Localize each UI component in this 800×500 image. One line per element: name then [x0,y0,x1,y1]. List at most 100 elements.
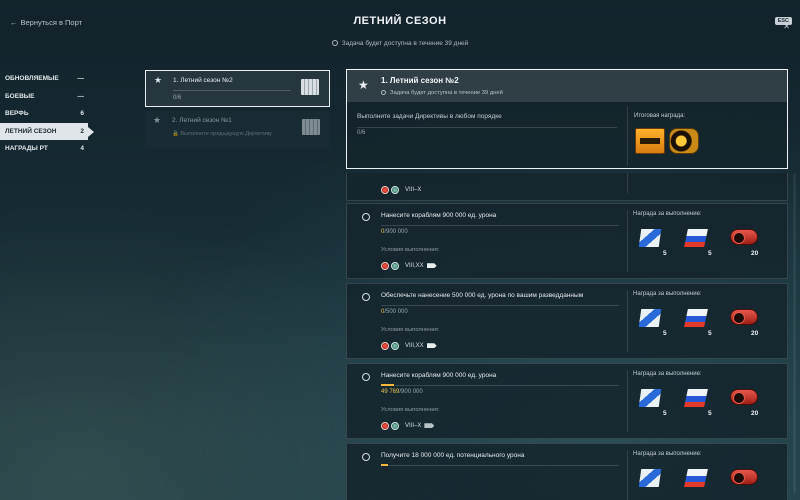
task-card-partial: VIII–X [346,173,788,201]
reward-quantity: 5 [663,330,667,337]
signal-flag-icon[interactable] [684,229,708,247]
directive-detail-header: ★ 1. Летний сезон №2 Задача будет доступ… [347,70,787,102]
locked-text: 🔒 Выполните предыдущую Директиву [172,131,272,137]
task-card: Нанесите кораблям 900 000 ед. урона 49 7… [346,363,788,439]
conditions: VIII–X [381,181,421,199]
supercontainer-icon[interactable] [635,128,665,154]
category-label: ВЕРФЬ [5,110,29,117]
directive-detail-title: 1. Летний сезон №2 [381,76,459,85]
nation-flag-icon [391,261,399,270]
directive-name: 1. Летний сезон №2 [173,77,233,84]
tier-range: VIII,XX [405,342,424,349]
reward-quantity: 5 [708,410,712,417]
category-item-combat[interactable]: БОЕВЫЕ — [0,88,88,106]
category-menu: ОБНОВЛЯЕМЫЕ — БОЕВЫЕ — ВЕРФЬ 6 ЛЕТНИЙ СЕЗОН… [0,70,94,158]
category-count: 2 [80,127,84,135]
nation-flag-icon [391,421,399,430]
locked-label: Выполните предыдущую Директиву [180,131,272,137]
reward-quantity: 20 [751,330,759,337]
category-item-shipyard[interactable]: ВЕРФЬ 6 [0,105,88,123]
directive-item-locked[interactable]: ★ 2. Летний сезон №1 🔒 Выполните предыду… [145,111,330,148]
directive-detail: ★ 1. Летний сезон №2 Задача будет доступ… [346,69,788,169]
camouflage-icon[interactable] [730,389,758,405]
divider [627,370,628,432]
reward-quantity: 5 [708,330,712,337]
signal-flag-icon[interactable] [638,229,662,247]
directive-progress-bar [173,90,291,91]
task-radio[interactable] [362,213,370,221]
category-label: ОБНОВЛЯЕМЫЕ [5,75,59,82]
directive-progress-bar [357,127,617,128]
progress-current: 49 769 [381,389,400,395]
reward-label: Награда за выполнение: [633,451,702,457]
task-radio[interactable] [362,293,370,301]
star-icon: ★ [154,75,163,85]
tier-range: VIII–X [405,422,422,429]
divider [627,290,628,352]
task-name: Получите 18 000 000 ед. потенциального у… [381,452,525,459]
reward-quantity: 20 [751,410,759,417]
signal-flag-icon[interactable] [638,389,662,407]
progress-total: /900 000 [384,229,408,235]
category-label: НАГРАДЫ РТ [5,145,48,152]
container-icon [301,79,319,95]
reward-label: Награда за выполнение: [633,291,702,297]
container-icon [302,119,320,135]
camouflage-icon[interactable] [730,469,758,485]
nation-flag-icon [391,185,399,194]
task-radio[interactable] [362,453,370,461]
signal-flag-icon[interactable] [638,469,662,487]
tier-range: VIII–X [405,186,422,193]
conditions-label: Условия выполнения: [381,407,440,413]
reward-quantity: 5 [663,250,667,257]
task-progress-bar [381,225,619,226]
conditions: VIII–X [381,417,435,430]
category-item-updatable[interactable]: ОБНОВЛЯЕМЫЕ — [0,70,88,88]
conditions-label: Условия выполнения: [381,247,440,253]
progress-total: /500 000 [384,309,408,315]
category-item-summer-season[interactable]: ЛЕТНИЙ СЕЗОН 2 [0,122,94,140]
task-radio[interactable] [362,373,370,381]
conditions-label: Условия выполнения: [381,327,440,333]
clock-icon [331,40,338,46]
directive-item-selected[interactable]: ★ 1. Летний сезон №2 0/6 [145,70,330,107]
reward-label: Награда за выполнение: [633,211,702,217]
reward-quantity: 5 [708,250,712,257]
signal-flag-icon[interactable] [684,469,708,487]
conditions: VIII,XX [381,257,437,270]
divider [627,173,628,193]
ship-type-tag-icon [426,263,437,269]
category-label: ЛЕТНИЙ СЕЗОН [5,127,57,135]
signal-flag-icon[interactable] [684,389,708,407]
star-icon: ★ [358,78,369,92]
category-item-rt-rewards[interactable]: НАГРАДЫ РТ 4 [0,140,88,158]
camouflage-reward-icon[interactable] [669,128,699,154]
divider [627,210,628,272]
signal-flag-icon[interactable] [684,309,708,327]
camouflage-icon[interactable] [730,229,758,245]
availability-text: Задача будет доступна в течение 39 дней [390,90,503,96]
category-count: — [77,75,85,82]
task-name: Обеспечьте нанесение 500 000 ед. урона п… [381,292,584,299]
task-progress-bar [381,465,619,466]
top-bar: ← Вернуться в Порт ЛЕТНИЙ СЕЗОН Задача бу… [0,0,800,50]
task-progress: 0/900 000 [381,229,408,235]
task-progress-bar [381,305,619,306]
task-card: Обеспечьте нанесение 500 000 ед. урона п… [346,283,788,359]
task-progress-fill [381,464,389,466]
reward-quantity: 5 [663,410,667,417]
tier-range: VIII,XX [405,262,424,269]
directive-progress: 0/6 [173,95,182,101]
nation-flag-icon [381,341,389,350]
scrollbar[interactable] [793,173,796,493]
nation-flag-icon [381,185,389,194]
directive-name: 2. Летний сезон №1 [172,117,232,124]
camouflage-icon[interactable] [730,309,758,325]
divider [627,450,628,500]
star-icon: ★ [153,115,162,125]
reward-quantity: 20 [751,250,759,257]
page-title: ЛЕТНИЙ СЕЗОН [353,15,447,27]
signal-flag-icon[interactable] [638,309,662,327]
close-icon[interactable]: ✕ [783,22,790,31]
task-card: Нанесите кораблям 900 000 ед. урона 0/90… [346,203,788,279]
